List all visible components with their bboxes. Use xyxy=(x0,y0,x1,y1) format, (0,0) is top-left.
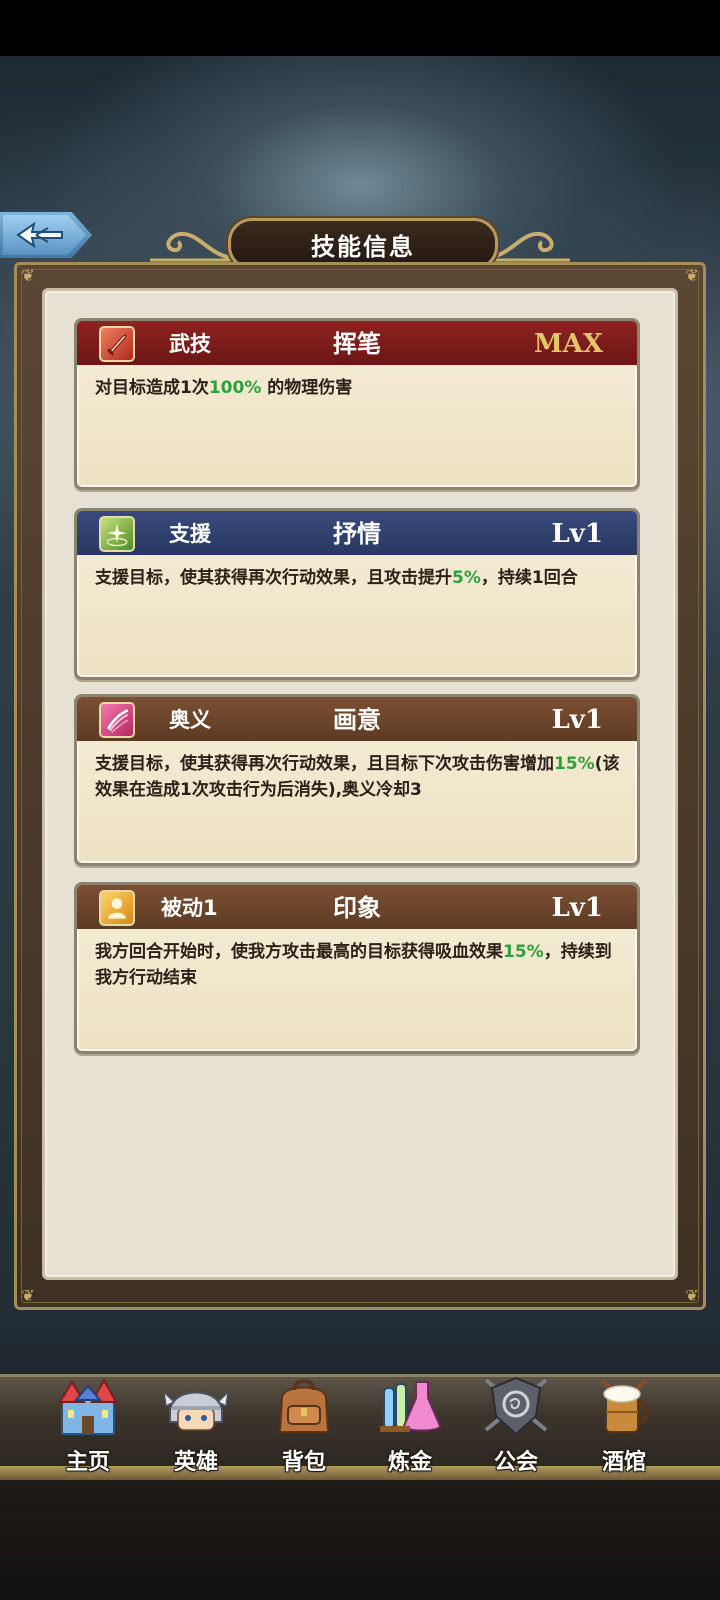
corner-ornament-icon: ❦ xyxy=(21,266,35,285)
corner-ornament-icon: ❦ xyxy=(685,1286,699,1305)
desc-highlight: 100% xyxy=(208,378,262,398)
skill-level: Lv1 xyxy=(551,705,603,735)
back-arrow-icon xyxy=(16,221,63,249)
desc-highlight: 15% xyxy=(554,754,595,774)
nav-item-alchemy[interactable]: 炼金 xyxy=(360,1372,460,1482)
title-ornament-left xyxy=(150,231,236,262)
skill-card-header: 武技 挥笔 MAX xyxy=(77,321,637,365)
nav-label: 英雄 xyxy=(173,1450,218,1475)
skill-card[interactable]: 被动1 印象 Lv1 我方回合开始时，使我方攻击最高的目标获得吸血效果15%，持… xyxy=(74,882,640,1054)
skill-description: 支援目标，使其获得再次行动效果，且目标下次攻击伤害增加15%(该效果在造成1次攻… xyxy=(95,751,625,803)
nav-label: 炼金 xyxy=(387,1450,432,1475)
desc-text: ，持续1回合 xyxy=(480,568,578,588)
nav-item-guild[interactable]: 公会 xyxy=(466,1372,566,1482)
nav-item-tavern[interactable]: 酒馆 xyxy=(574,1372,674,1482)
nav-item-bag[interactable]: 背包 xyxy=(254,1372,354,1482)
status-bar xyxy=(0,0,720,56)
guild-shield-icon xyxy=(484,1376,548,1436)
backpack-icon xyxy=(278,1379,330,1433)
skill-card-header: 被动1 印象 Lv1 xyxy=(77,885,637,929)
desc-text: 支援目标，使其获得再次行动效果，且攻击提升 xyxy=(95,568,452,588)
skill-card[interactable]: 武技 挥笔 MAX 对目标造成1次100% 的物理伤害 xyxy=(74,318,640,490)
skill-description: 我方回合开始时，使我方攻击最高的目标获得吸血效果15%，持续到我方行动结束 xyxy=(95,939,625,991)
beer-mug-icon xyxy=(600,1378,649,1433)
skill-card-header: 支援 抒情 Lv1 xyxy=(77,511,637,555)
nav-item-home[interactable]: 主页 xyxy=(38,1372,138,1482)
nav-item-heroes[interactable]: 英雄 xyxy=(146,1372,246,1482)
castle-icon xyxy=(58,1377,118,1435)
nav-label: 酒馆 xyxy=(601,1450,646,1475)
desc-text: 支援目标，使其获得再次行动效果，且目标下次攻击伤害增加 xyxy=(95,754,554,774)
skill-description: 对目标造成1次100% 的物理伤害 xyxy=(95,375,625,401)
bottom-area xyxy=(0,1480,720,1600)
desc-highlight: 15% xyxy=(503,942,544,962)
nav-label: 公会 xyxy=(493,1450,538,1475)
skill-level: Lv1 xyxy=(551,519,603,549)
skill-card[interactable]: 奥义 画意 Lv1 支援目标，使其获得再次行动效果，且目标下次攻击伤害增加15%… xyxy=(74,694,640,866)
skill-description: 支援目标，使其获得再次行动效果，且攻击提升5%，持续1回合 xyxy=(95,565,625,591)
skill-level: MAX xyxy=(533,329,603,359)
knight-helmet-icon xyxy=(162,1389,230,1431)
desc-highlight: 5% xyxy=(452,568,481,588)
corner-ornament-icon: ❦ xyxy=(21,1286,35,1305)
corner-ornament-icon: ❦ xyxy=(685,266,699,285)
page-title: 技能信息 xyxy=(311,232,415,261)
nav-label: 背包 xyxy=(281,1450,326,1475)
desc-text: 的物理伤害 xyxy=(261,378,353,398)
skill-card[interactable]: 支援 抒情 Lv1 支援目标，使其获得再次行动效果，且攻击提升5%，持续1回合 xyxy=(74,508,640,680)
desc-text: 我方回合开始时，使我方攻击最高的目标获得吸血效果 xyxy=(95,942,503,962)
skill-level: Lv1 xyxy=(551,893,603,923)
nav-label: 主页 xyxy=(65,1450,110,1475)
desc-text: 对目标造成1次 xyxy=(95,378,209,398)
potion-flask-icon xyxy=(380,1381,442,1432)
skill-card-header: 奥义 画意 Lv1 xyxy=(77,697,637,741)
